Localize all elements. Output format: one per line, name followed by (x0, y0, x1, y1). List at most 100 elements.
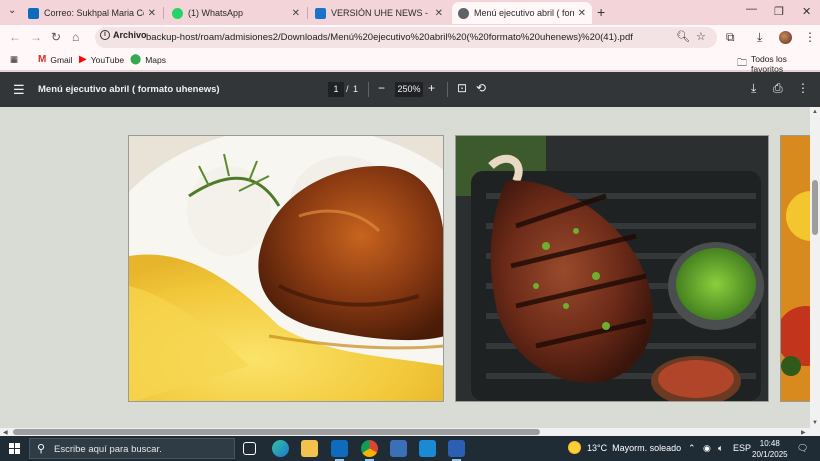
outlook-taskbar-icon[interactable] (331, 440, 348, 461)
tab-pdf-menu[interactable]: Menú ejecutivo abril ( formato ✕ (452, 2, 592, 24)
close-tab-icon[interactable]: ✕ (578, 8, 586, 19)
zoom-out-icon[interactable]: − (378, 81, 385, 95)
search-icon: ⚲ (37, 443, 46, 455)
partial-dish-photo (780, 135, 810, 402)
download-icon[interactable]: ⤓ (751, 81, 756, 96)
toolbar-divider (368, 82, 369, 97)
site-info-chip[interactable]: i Archivo (100, 30, 147, 40)
apps-grid-icon[interactable]: ▦ (10, 54, 18, 65)
file-explorer-icon[interactable] (301, 440, 318, 457)
rotate-icon[interactable]: ⟲ (476, 81, 486, 95)
profile-avatar[interactable] (779, 31, 792, 44)
back-button[interactable]: ← (9, 30, 21, 44)
word-icon[interactable] (448, 440, 465, 461)
scroll-up-arrow-icon[interactable]: ▲ (812, 109, 818, 115)
close-tab-icon[interactable]: ✕ (292, 8, 300, 19)
tab-title: VERSIÓN UHE NEWS - Sitio web (331, 8, 431, 18)
taskbar: ⚲ Escribe aquí para buscar. 13°C Mayorm.… (0, 436, 820, 461)
bookmark-label: YouTube (90, 54, 125, 65)
reload-button[interactable]: ↻ (51, 30, 61, 44)
tab-outlook[interactable]: Correo: Sukhpal Maria Cobo V ✕ (22, 2, 162, 24)
folder-icon: 🗀 (737, 57, 747, 69)
weather-widget[interactable]: 13°C Mayorm. soleado (568, 441, 681, 454)
pen-app-icon[interactable] (419, 440, 436, 457)
vertical-scrollbar[interactable] (810, 107, 820, 428)
tab-whatsapp[interactable]: (1) WhatsApp ✕ (166, 2, 306, 24)
tab-title: (1) WhatsApp (188, 8, 244, 18)
close-window-button[interactable]: ✕ (802, 5, 811, 18)
horizontal-scroll-thumb[interactable] (13, 429, 540, 435)
pdf-toolbar: ☰ Menú ejecutivo abril ( formato uhenews… (0, 72, 820, 107)
bookmarks-bar: ▦ M Gmail ▶ YouTube ⬤ Maps 🗀 Todos los f… (0, 50, 820, 74)
downloads-icon[interactable]: ⤓ (757, 30, 762, 45)
info-icon: i (100, 30, 110, 40)
youtube-icon: ▶ (79, 54, 87, 65)
home-button[interactable]: ⌂ (72, 30, 79, 44)
taskbar-search-box[interactable]: ⚲ Escribe aquí para buscar. (29, 438, 235, 459)
scroll-left-arrow-icon[interactable]: ◀ (3, 429, 8, 436)
tab-title: Menú ejecutivo abril ( formato (474, 8, 574, 18)
page-number-input[interactable]: 1 (328, 82, 344, 97)
snipping-tool-icon[interactable] (390, 440, 407, 457)
fit-page-icon[interactable]: ⊡ (457, 81, 467, 95)
page-total: 1 (353, 84, 359, 94)
windows-start-icon[interactable] (9, 443, 20, 454)
tab-strip: ⌄ Correo: Sukhpal Maria Cobo V ✕ (1) Wha… (0, 0, 820, 25)
url-text[interactable]: backup-host/roam/admisiones2/Downloads/M… (146, 32, 633, 43)
bookmark-label: Maps (145, 54, 166, 65)
more-menu-icon[interactable]: ⋮ (804, 30, 816, 44)
taskbar-search-placeholder: Escribe aquí para buscar. (54, 444, 162, 455)
close-tab-icon[interactable]: ✕ (148, 8, 156, 19)
browser-toolbar: ← → ↻ ⌂ i Archivo backup-host/roam/admis… (0, 25, 820, 50)
pdf-more-icon[interactable]: ⋮ (797, 81, 809, 95)
whatsapp-icon (172, 7, 183, 19)
all-bookmarks[interactable]: 🗀 Todos los favoritos (737, 54, 820, 74)
bookmark-star-icon[interactable]: ☆ (696, 30, 706, 43)
outlook-icon (28, 7, 39, 19)
zoom-in-icon[interactable]: + (428, 81, 435, 95)
chrome-icon[interactable] (361, 440, 378, 461)
tab-divider (307, 7, 308, 19)
pdf-viewer[interactable] (0, 107, 810, 428)
bookmark-maps[interactable]: ⬤ Maps (130, 54, 166, 65)
new-tab-button[interactable]: + (597, 4, 605, 20)
weather-temperature: 13°C (587, 442, 608, 453)
bookmark-gmail[interactable]: M Gmail (38, 54, 73, 65)
tray-chevron-icon[interactable]: ⌃ (688, 443, 696, 454)
bookmark-youtube[interactable]: ▶ YouTube (79, 54, 124, 65)
zoom-icon[interactable]: 🔍︎ (676, 30, 690, 43)
minimize-button[interactable]: — (746, 3, 757, 15)
pdf-globe-icon (458, 7, 469, 19)
print-icon[interactable]: ⎙ (773, 81, 783, 96)
scroll-down-arrow-icon[interactable]: ▼ (812, 420, 818, 426)
chicken-dish-photo (128, 135, 444, 402)
clock-time: 10:48 (759, 439, 780, 448)
volume-icon[interactable]: 🔈︎ (718, 443, 723, 454)
close-tab-icon[interactable]: ✕ (435, 8, 443, 19)
scroll-right-arrow-icon[interactable]: ▶ (801, 429, 806, 436)
hamburger-menu-icon[interactable]: ☰ (13, 82, 25, 98)
network-icon[interactable]: ◉ (703, 443, 711, 454)
notifications-icon[interactable]: 🗨︎ (797, 443, 808, 454)
steak-dish-photo (455, 135, 769, 402)
sharepoint-icon (315, 7, 326, 19)
tab-divider (163, 7, 164, 19)
tab-title: Correo: Sukhpal Maria Cobo V (44, 8, 144, 18)
zoom-level-input[interactable]: 250% (395, 82, 423, 97)
sun-weather-icon (568, 441, 581, 454)
vertical-scroll-thumb[interactable] (812, 180, 818, 235)
restore-button[interactable]: ❐ (774, 5, 784, 18)
clock[interactable]: 10:48 20/1/2025 (752, 438, 788, 460)
pdf-title: Menú ejecutivo abril ( formato uhenews) (38, 84, 220, 95)
tab-search-chevron-icon[interactable]: ⌄ (8, 5, 16, 16)
extensions-icon[interactable]: ⧉ (726, 30, 735, 45)
tab-uhe-news[interactable]: VERSIÓN UHE NEWS - Sitio web ✕ (309, 2, 449, 24)
page-separator: / (346, 84, 349, 94)
language-indicator[interactable]: ESP (733, 443, 751, 453)
maps-icon: ⬤ (130, 54, 142, 65)
edge-icon[interactable] (272, 440, 289, 457)
weather-description: Mayorm. soleado (612, 442, 682, 453)
address-bar[interactable]: i Archivo backup-host/roam/admisiones2/D… (95, 27, 717, 48)
forward-button[interactable]: → (30, 30, 42, 44)
task-view-icon[interactable] (243, 442, 256, 455)
